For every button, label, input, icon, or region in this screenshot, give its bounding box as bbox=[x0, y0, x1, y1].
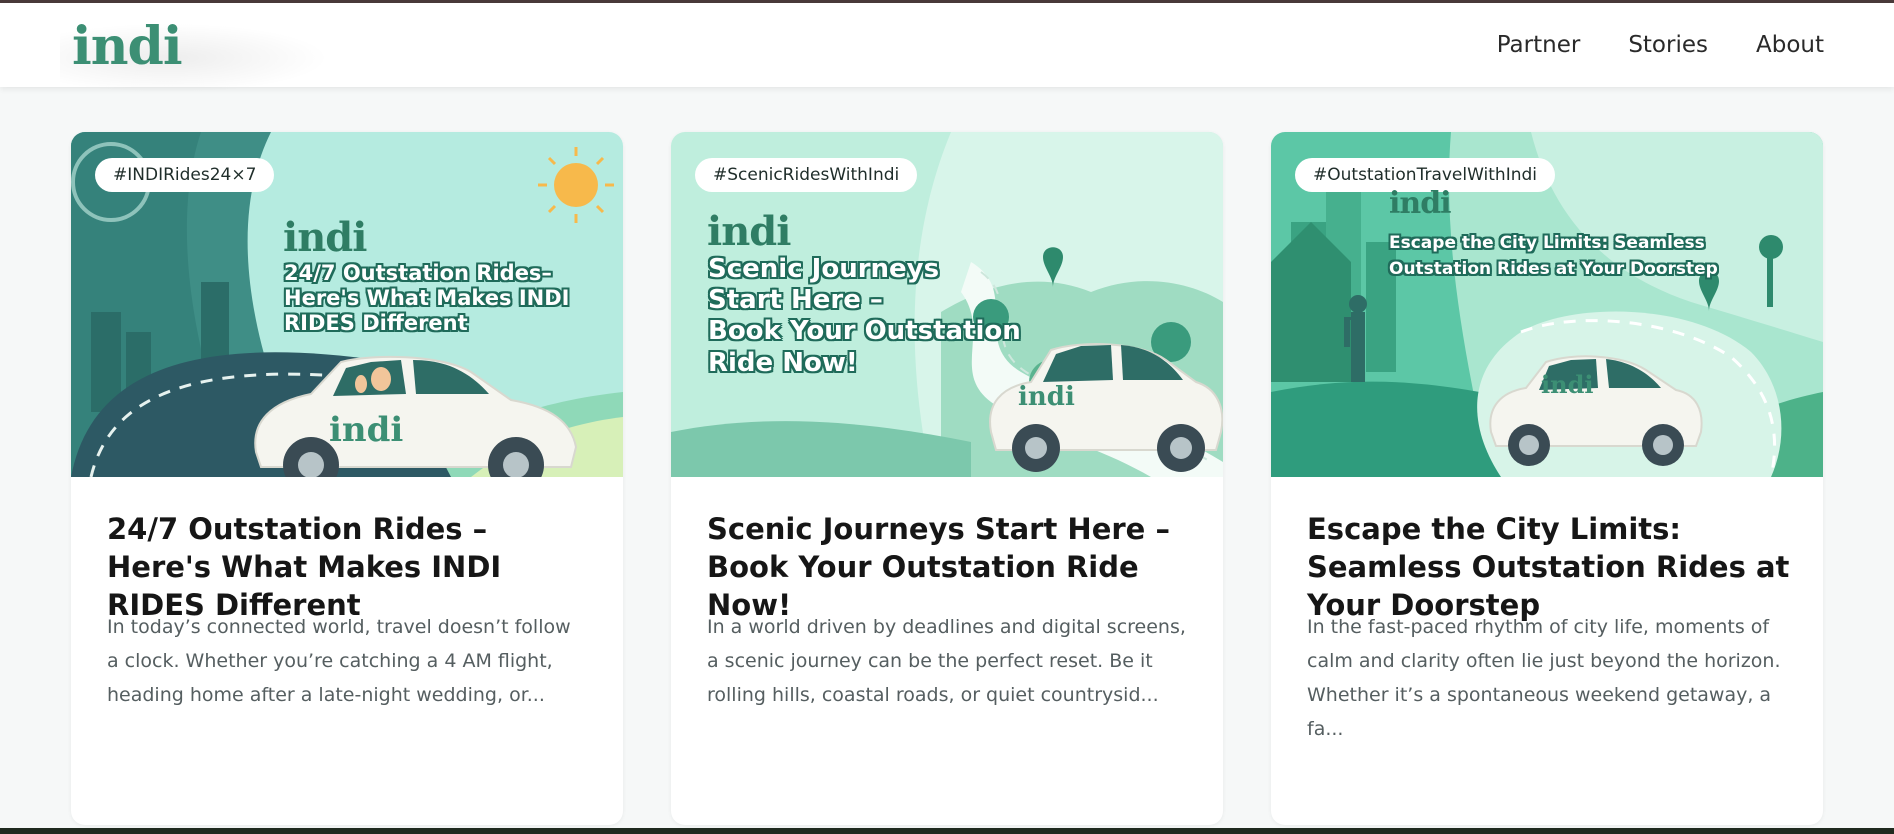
story-card[interactable]: #INDIRides24×7 indi 24/7 Outstation Ride… bbox=[71, 132, 623, 825]
main-nav: Partner Stories About bbox=[1497, 3, 1824, 87]
nav-stories[interactable]: Stories bbox=[1628, 32, 1708, 58]
image-headline: Scenic Journeys Start Here – Book Your O… bbox=[708, 254, 1021, 378]
nav-about[interactable]: About bbox=[1756, 32, 1824, 58]
bottom-border bbox=[0, 828, 1894, 834]
image-headline: Escape the City Limits: Seamless Outstat… bbox=[1389, 233, 1718, 279]
card-title[interactable]: 24/7 Outstation Rides – Here's What Make… bbox=[107, 510, 597, 624]
image-headline: 24/7 Outstation Rides– Here's What Makes… bbox=[284, 261, 570, 336]
card-excerpt: In the fast-paced rhythm of city life, m… bbox=[1307, 616, 1781, 740]
card-image[interactable]: #OutstationTravelWithIndi indi Escape th… bbox=[1271, 132, 1823, 477]
card-title[interactable]: Escape the City Limits: Seamless Outstat… bbox=[1307, 510, 1797, 624]
car-logo: indi bbox=[1541, 370, 1594, 399]
image-logo: indi bbox=[283, 214, 367, 261]
card-image[interactable]: #INDIRides24×7 indi 24/7 Outstation Ride… bbox=[71, 132, 623, 477]
card-excerpt: In today’s connected world, travel doesn… bbox=[107, 616, 571, 706]
story-card[interactable]: #OutstationTravelWithIndi indi Escape th… bbox=[1271, 132, 1823, 825]
story-cards: #INDIRides24×7 indi 24/7 Outstation Ride… bbox=[71, 132, 1823, 825]
image-logo: indi bbox=[1389, 186, 1452, 221]
car-logo: indi bbox=[1018, 382, 1075, 412]
card-hashtag[interactable]: #ScenicRidesWithIndi bbox=[695, 158, 918, 192]
nav-partner[interactable]: Partner bbox=[1497, 32, 1581, 58]
card-excerpt: In a world driven by deadlines and digit… bbox=[707, 616, 1186, 706]
site-logo[interactable]: indi bbox=[72, 17, 183, 77]
car-logo: indi bbox=[329, 410, 404, 450]
image-logo: indi bbox=[707, 208, 791, 255]
card-image[interactable]: #ScenicRidesWithIndi indi Scenic Journey… bbox=[671, 132, 1223, 477]
card-title[interactable]: Scenic Journeys Start Here – Book Your O… bbox=[707, 510, 1197, 624]
card-hashtag[interactable]: #INDIRides24×7 bbox=[95, 158, 275, 192]
site-header: indi Partner Stories About bbox=[0, 3, 1894, 93]
story-card[interactable]: #ScenicRidesWithIndi indi Scenic Journey… bbox=[671, 132, 1223, 825]
